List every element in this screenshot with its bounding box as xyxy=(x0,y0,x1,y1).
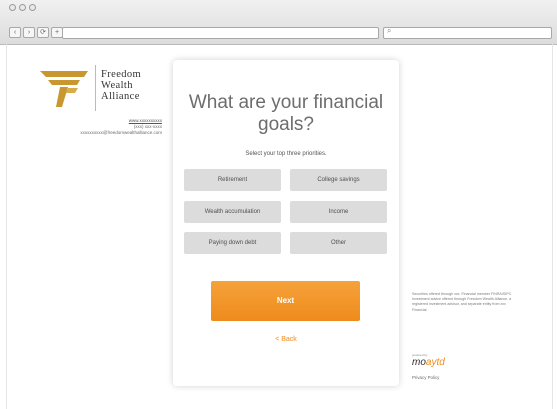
back-nav-icon[interactable]: ‹ xyxy=(9,27,21,38)
zoom-window-button[interactable] xyxy=(29,4,36,11)
platform-logo[interactable]: moaytd xyxy=(412,357,445,368)
contact-info: www.xxxxxxxxxx (xxx) xxx-xxxx xxxxxxxxxx… xyxy=(28,118,162,136)
company-logo[interactable]: Freedom Wealth Alliance xyxy=(38,63,168,118)
option-retirement[interactable]: Retirement xyxy=(184,169,281,191)
logo-mark-icon xyxy=(40,71,88,107)
email-address[interactable]: xxxxxxxxxx@freedomwealthalliance.com xyxy=(28,130,162,136)
page-title: What are your financial goals? xyxy=(188,92,384,135)
minimize-window-button[interactable] xyxy=(19,4,26,11)
forward-nav-icon[interactable]: › xyxy=(23,27,35,38)
goals-card: What are your financial goals? Select yo… xyxy=(173,60,399,386)
next-button[interactable]: Next xyxy=(211,281,360,321)
disclaimer-text: Securities offered through xxx. Financia… xyxy=(412,292,513,312)
browser-chrome: ‹ › ⟳ + ⌕ xyxy=(0,0,557,45)
browser-nav-buttons: ‹ › ⟳ + xyxy=(9,27,63,38)
logo-line-1: Freedom xyxy=(101,69,142,80)
search-icon: ⌕ xyxy=(387,26,392,35)
back-link[interactable]: < Back xyxy=(173,336,399,343)
option-income[interactable]: Income xyxy=(290,201,387,223)
logo-line-2: Wealth xyxy=(101,80,133,91)
address-bar[interactable] xyxy=(62,27,379,39)
platform-logo-accent: aytd xyxy=(425,357,445,368)
option-other[interactable]: Other xyxy=(290,232,387,254)
logo-divider xyxy=(95,65,96,111)
privacy-policy-link[interactable]: Privacy Policy xyxy=(412,375,439,380)
logo-wordmark: Freedom Wealth Alliance xyxy=(101,69,141,102)
option-paying-down-debt[interactable]: Paying down debt xyxy=(184,232,281,254)
logo-line-3: Alliance xyxy=(101,91,140,102)
option-college-savings[interactable]: College savings xyxy=(290,169,387,191)
platform-logo-main: mo xyxy=(412,357,426,368)
option-wealth-accumulation[interactable]: Wealth accumulation xyxy=(184,201,281,223)
browser-search-field[interactable]: ⌕ xyxy=(383,26,552,39)
close-window-button[interactable] xyxy=(9,4,16,11)
reload-icon[interactable]: ⟳ xyxy=(37,27,49,38)
instructions-text: Select your top three priorities. xyxy=(245,151,327,157)
window-controls xyxy=(9,4,36,11)
